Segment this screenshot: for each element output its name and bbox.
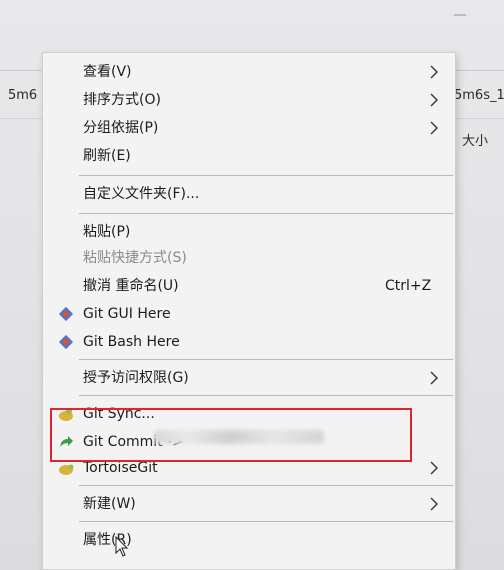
menu-item-sort[interactable]: 排序方式(O) (43, 87, 455, 113)
chevron-right-icon (430, 121, 438, 135)
git-diamond-icon (58, 306, 74, 322)
menu-separator (79, 395, 453, 396)
background-file-name-left: 5m6 (8, 88, 38, 103)
red-highlight-box (50, 408, 412, 462)
menu-item-label: 分组依据(P) (83, 120, 159, 136)
menu-item-label: Git GUI Here (83, 306, 171, 322)
background-file-name-right: 5m6s_1 (454, 88, 504, 103)
menu-separator (79, 175, 453, 176)
menu-item-label: 查看(V) (83, 64, 132, 80)
menu-item-grant-access[interactable]: 授予访问权限(G) (43, 365, 455, 391)
menu-item-label: 自定义文件夹(F)... (83, 186, 200, 202)
menu-item-git-gui[interactable]: Git GUI Here (43, 301, 455, 327)
git-diamond-icon (58, 334, 74, 350)
menu-item-label: 刷新(E) (83, 148, 131, 164)
menu-separator (79, 213, 453, 214)
menu-item-properties[interactable]: 属性(R) (43, 527, 455, 553)
size-column-header: 大小 (462, 134, 489, 149)
menu-item-paste-shortcut[interactable]: 粘贴快捷方式(S) (43, 245, 455, 271)
menu-item-undo-rename[interactable]: 撤消 重命名(U) Ctrl+Z (43, 273, 455, 299)
menu-item-customize-folder[interactable]: 自定义文件夹(F)... (43, 181, 455, 207)
menu-item-label: 新建(W) (83, 496, 136, 512)
menu-item-new[interactable]: 新建(W) (43, 491, 455, 517)
menu-item-group[interactable]: 分组依据(P) (43, 115, 455, 141)
menu-item-refresh[interactable]: 刷新(E) (43, 143, 455, 169)
menu-separator (79, 359, 453, 360)
menu-item-label: 粘贴快捷方式(S) (83, 250, 187, 266)
chevron-right-icon (430, 371, 438, 385)
menu-item-label: Git Bash Here (83, 334, 180, 350)
menu-item-label: 授予访问权限(G) (83, 370, 189, 386)
menu-separator (79, 485, 453, 486)
chevron-right-icon (430, 65, 438, 79)
menu-item-label: 撤消 重命名(U) (83, 278, 179, 294)
chevron-right-icon (430, 497, 438, 511)
menu-item-shortcut: Ctrl+Z (385, 278, 432, 294)
window-control-mark (454, 14, 466, 16)
menu-item-label: 粘贴(P) (83, 224, 131, 240)
menu-item-label: 排序方式(O) (83, 92, 161, 108)
mouse-pointer-icon (115, 536, 129, 557)
chevron-right-icon (430, 93, 438, 107)
context-menu: 查看(V) 排序方式(O) 分组依据(P) 刷新(E) 自定义文件夹(F)...… (42, 52, 456, 570)
menu-item-view[interactable]: 查看(V) (43, 59, 455, 85)
chevron-right-icon (430, 461, 438, 475)
menu-separator (79, 521, 453, 522)
menu-item-paste[interactable]: 粘贴(P) (43, 219, 455, 245)
menu-item-git-bash[interactable]: Git Bash Here (43, 329, 455, 355)
